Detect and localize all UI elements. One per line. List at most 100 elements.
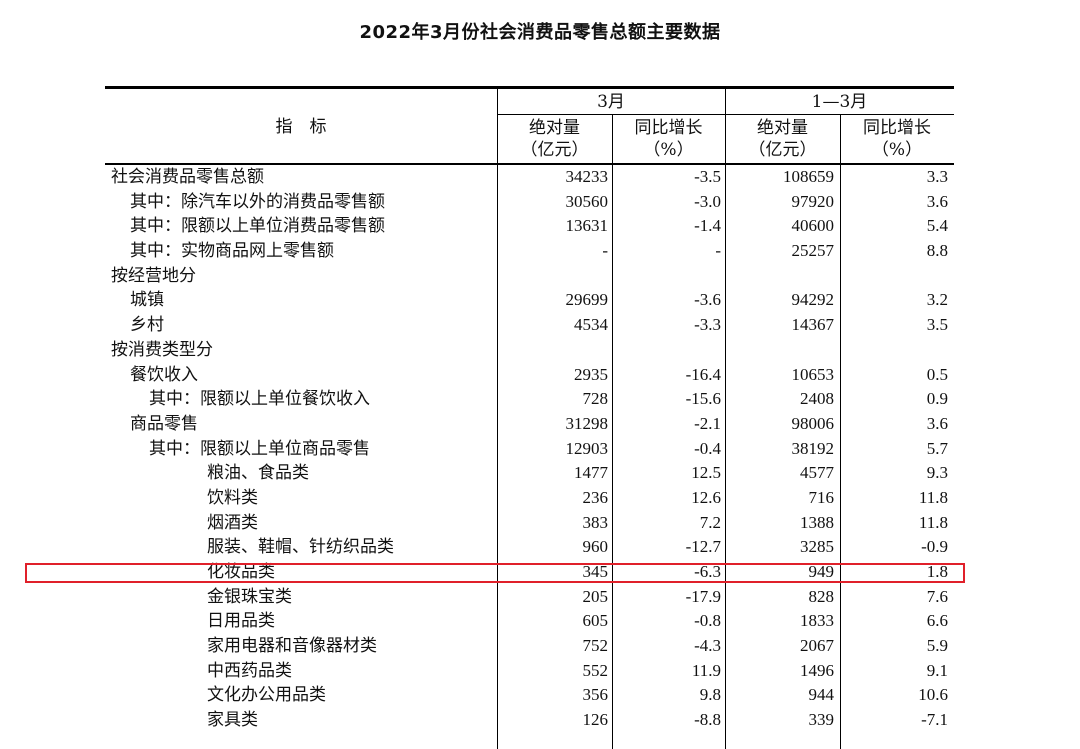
q1-abs-value: 828 [808, 586, 835, 606]
table-row: 粮油、食品类 1477 12.5 4577 9.3 [105, 461, 954, 486]
march-abs-value: 728 [582, 389, 609, 409]
march-yoy-value: -6.3 [694, 562, 721, 581]
march-yoy-value: -12.7 [685, 537, 721, 557]
table-row: 其中：限额以上单位商品零售 12903 -0.4 38192 5.7 [105, 437, 954, 462]
table-row: 中西药品类 552 11.9 1496 9.1 [105, 659, 954, 684]
row-label: 文化办公用品类 [207, 685, 326, 706]
table-row: 其中：限额以上单位消费品零售额 13631 -1.4 40600 5.4 [105, 214, 954, 239]
row-label: 其中：限额以上单位消费品零售额 [130, 216, 385, 237]
header-yoy-label-q1: 同比增长 [863, 118, 931, 138]
march-abs-value: 552 [582, 660, 609, 680]
header-yoy-unit-q1: （%） [871, 140, 923, 160]
q1-yoy-value: 9.1 [926, 660, 948, 680]
march-yoy-value: -15.6 [685, 389, 721, 409]
march-yoy-value: -17.9 [685, 586, 721, 606]
table-row: 餐饮收入 2935 -16.4 10653 0.5 [105, 363, 954, 388]
q1-yoy-value: 7.6 [926, 586, 948, 606]
q1-abs-value: 94292 [791, 290, 835, 310]
q1-yoy-value: 8.8 [926, 241, 948, 261]
march-yoy-value: -4.3 [694, 636, 721, 656]
q1-abs-value [726, 338, 834, 363]
row-label: 化妆品类 [207, 562, 275, 582]
q1-abs-value: 1833 [800, 611, 834, 631]
row-label: 烟酒类 [207, 512, 258, 533]
table-row: 饮料类 236 12.6 716 11.8 [105, 486, 954, 511]
q1-abs-value: 716 [808, 487, 835, 507]
q1-abs-value: 4577 [800, 463, 834, 483]
march-abs-value: - [602, 241, 608, 261]
march-abs-value: 29699 [565, 290, 609, 310]
q1-abs-value: 40600 [791, 216, 835, 236]
row-label: 服装、鞋帽、针纺织品类 [207, 537, 394, 558]
march-yoy-value [610, 338, 721, 363]
q1-yoy-value [842, 264, 948, 289]
row-label: 日用品类 [207, 611, 275, 632]
row-label: 按消费类型分 [111, 339, 213, 360]
q1-abs-value [726, 264, 834, 289]
march-yoy-value: 12.6 [691, 487, 721, 507]
q1-abs-value: 339 [808, 710, 835, 730]
table-row: 烟酒类 383 7.2 1388 11.8 [105, 511, 954, 536]
row-label: 其中：限额以上单位商品零售 [149, 438, 370, 459]
header-abs-unit-march: （亿元） [520, 140, 589, 160]
march-abs-value: 12903 [565, 438, 609, 458]
march-yoy-value: -0.4 [694, 438, 721, 458]
row-label: 中西药品类 [207, 660, 292, 681]
q1-yoy-value: 0.9 [926, 389, 948, 409]
march-abs-value: 960 [582, 537, 609, 557]
table-header: 指 标 3月 1—3月 绝对量 （亿元） 同比增长 （%） 绝对量 （亿元） 同… [105, 89, 954, 165]
row-label: 其中：除汽车以外的消费品零售额 [130, 191, 385, 212]
row-label: 饮料类 [207, 487, 258, 508]
march-yoy-value: -1.4 [694, 216, 721, 236]
q1-yoy-value: -0.9 [921, 537, 948, 557]
march-yoy-value: 9.8 [699, 685, 721, 705]
march-abs-value: 345 [582, 562, 609, 581]
q1-yoy-value: 5.9 [926, 636, 948, 656]
row-label: 粮油、食品类 [207, 463, 309, 484]
q1-abs-value: 944 [808, 685, 835, 705]
q1-abs-value: 97920 [791, 191, 835, 211]
header-abs-unit-q1: （亿元） [748, 140, 817, 160]
march-yoy-value: -2.1 [694, 413, 721, 433]
row-label: 其中：实物商品网上零售额 [130, 241, 334, 262]
table-row: 商品零售 31298 -2.1 98006 3.6 [105, 412, 954, 437]
row-label: 乡村 [130, 315, 164, 336]
table-body: 社会消费品零售总额 34233 -3.5 108659 3.3 其中：除汽车以外的消费品零… [105, 165, 954, 733]
q1-yoy-value: -7.1 [921, 710, 948, 730]
table-row: 其中：除汽车以外的消费品零售额 30560 -3.0 97920 3.6 [105, 190, 954, 215]
march-abs-value: 126 [582, 710, 609, 730]
header-indicator: 指 标 [275, 117, 327, 137]
data-table: 指 标 3月 1—3月 绝对量 （亿元） 同比增长 （%） 绝对量 （亿元） 同… [105, 86, 954, 749]
march-abs-value: 2935 [574, 364, 608, 384]
march-yoy-value: 7.2 [699, 512, 721, 532]
march-abs-value: 236 [582, 487, 609, 507]
table-row: 社会消费品零售总额 34233 -3.5 108659 3.3 [105, 165, 954, 190]
header-abs-label-q1: 绝对量 [757, 118, 808, 138]
q1-yoy-value: 11.8 [918, 512, 948, 532]
q1-yoy-value [842, 338, 948, 363]
q1-yoy-value: 1.8 [926, 562, 948, 581]
table-row: 乡村 4534 -3.3 14367 3.5 [105, 313, 954, 338]
q1-abs-value: 2408 [800, 389, 834, 409]
march-abs-value: 34233 [565, 167, 609, 186]
table-row: 其中：限额以上单位餐饮收入 728 -15.6 2408 0.9 [105, 387, 954, 412]
row-label: 家具类 [207, 710, 258, 731]
march-abs-value: 356 [582, 685, 609, 705]
row-label: 商品零售 [130, 413, 198, 434]
q1-yoy-value: 3.2 [926, 290, 948, 310]
march-yoy-value: -3.5 [694, 167, 721, 186]
q1-abs-value: 3285 [800, 537, 834, 557]
march-abs-value [500, 338, 608, 363]
table-row: 家具类 126 -8.8 339 -7.1 [105, 708, 954, 733]
q1-abs-value: 1496 [800, 660, 834, 680]
march-abs-value: 752 [582, 636, 609, 656]
march-abs-value [500, 264, 608, 289]
table-row: 服装、鞋帽、针纺织品类 960 -12.7 3285 -0.9 [105, 535, 954, 560]
q1-abs-value: 38192 [791, 438, 835, 458]
march-abs-value: 205 [582, 586, 609, 606]
table-row: 文化办公用品类 356 9.8 944 10.6 [105, 683, 954, 708]
march-abs-value: 605 [582, 611, 609, 631]
table-row: 按经营地分 [105, 264, 954, 289]
table-row: 家用电器和音像器材类 752 -4.3 2067 5.9 [105, 634, 954, 659]
march-yoy-value: -8.8 [694, 710, 721, 730]
